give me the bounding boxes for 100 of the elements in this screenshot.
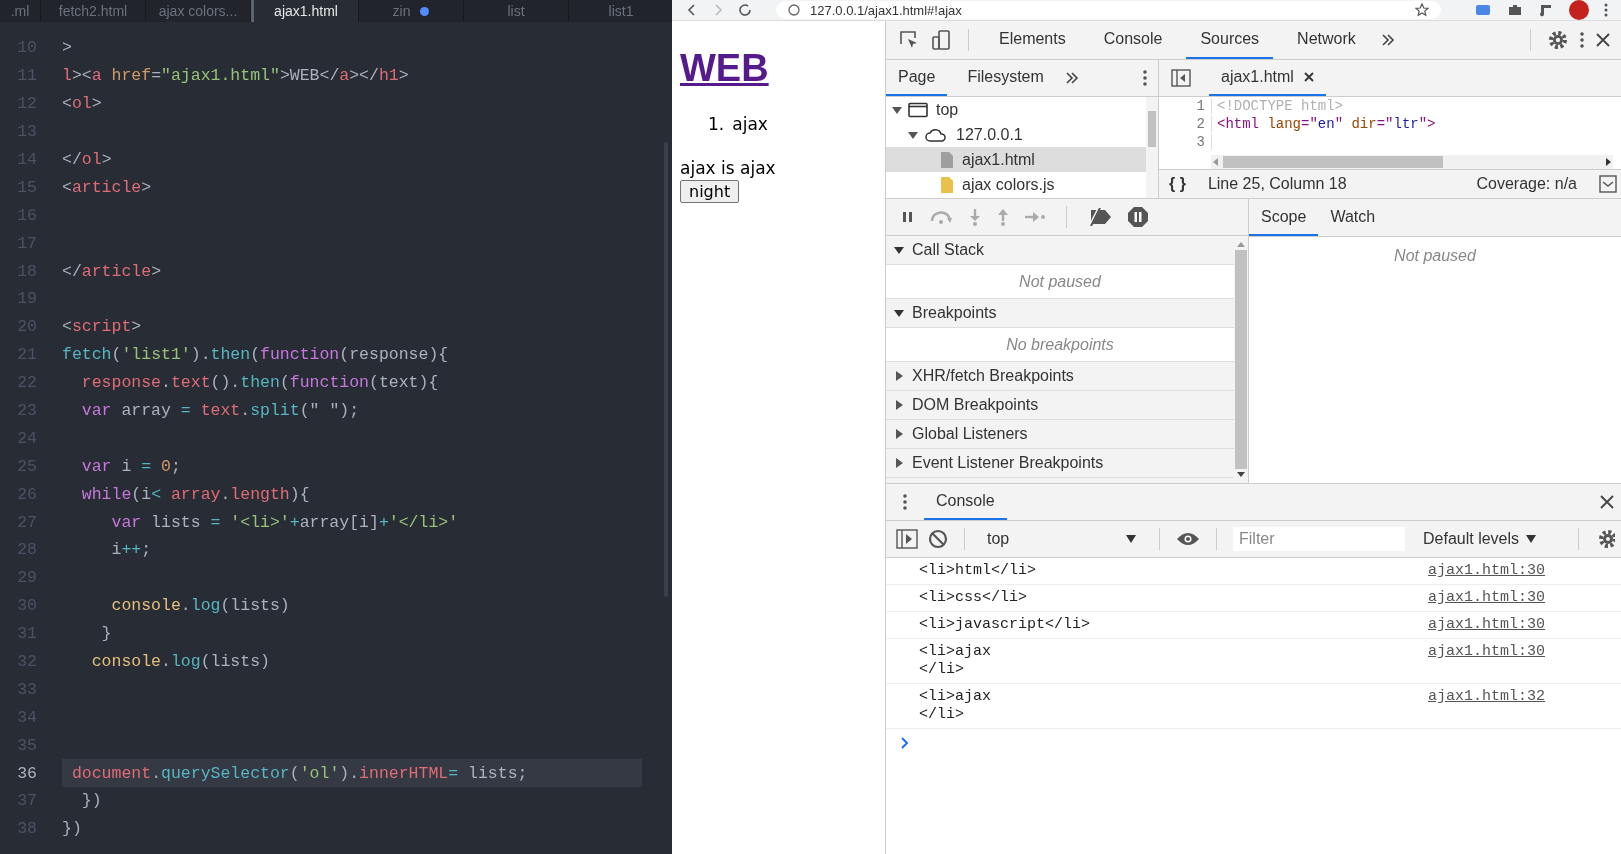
toggle-navigator-icon[interactable] [1171,69,1191,87]
editor-tab[interactable]: ajax1.html [251,0,359,22]
close-icon[interactable] [1599,494,1615,510]
scroll-right-icon[interactable] [1605,157,1613,167]
dropdown-arrow-icon[interactable] [1125,534,1137,544]
code-line: } [100,623,113,646]
navigator-tab[interactable]: Filesystem [955,60,1056,96]
close-icon[interactable] [1595,32,1611,48]
expand-arrow-icon[interactable] [908,129,918,140]
code-line: }) [80,790,103,813]
tree-item[interactable]: ajax colors.js [886,172,1146,197]
kebab-menu-icon[interactable] [1142,69,1148,87]
empty-message: Not paused [1019,272,1101,291]
devtools-tab[interactable]: Console [1089,21,1177,59]
context-select[interactable]: top [981,530,1143,548]
code-line: i++; [110,539,153,562]
line-number: 36 [16,763,37,783]
expand-arrow-icon[interactable] [894,245,904,255]
code-line: </ol> [62,149,113,171]
dropdown-arrow-icon[interactable] [1525,534,1538,544]
prompt-icon[interactable] [900,737,910,749]
console-message: <li>ajax </li> [919,643,991,679]
empty-message: No breakpoints [1006,335,1114,354]
code-line: var array = text.split(" "); [80,400,361,422]
scrollbar[interactable] [1146,97,1158,198]
line-number: 3 [1159,134,1212,150]
expand-arrow-icon[interactable] [894,371,904,381]
info-icon [788,4,800,16]
more-tabs-icon[interactable] [1379,32,1396,48]
expand-arrow-icon[interactable] [892,104,902,115]
sidebar-toggle-icon[interactable] [896,529,918,549]
avatar-icon[interactable] [1569,0,1589,20]
source-link[interactable]: ajax1.html:32 [1427,688,1545,706]
levels-dropdown[interactable]: Default levels [1423,530,1538,548]
console-message: <li>ajax </li> [919,688,991,724]
expand-arrow-icon[interactable] [894,400,904,410]
code-line: }) [62,818,83,841]
cursor-position: Line 25, Column 18 [1207,175,1347,193]
settings-icon[interactable] [1547,29,1569,51]
tree-item[interactable]: top [886,97,1146,122]
console-message: <li>javascript</li> [919,616,1091,634]
format-button[interactable]: { } [1169,175,1186,193]
close-icon[interactable] [1303,72,1314,82]
code-line: response.text().then(function(text){ [80,372,440,395]
console-message: <li>css</li> [919,589,1028,607]
address-bar[interactable]: 127.0.0.1/ajax1.html#!ajax [776,1,1441,19]
source-link[interactable]: ajax1.html:30 [1427,616,1545,634]
kebab-menu-icon[interactable] [1579,31,1585,49]
sidebar-tab[interactable]: Watch [1318,199,1388,236]
line-number: 1 [1159,98,1212,114]
code-line: l><a href="ajax1.html">WEB</a></h1> [62,65,410,88]
source-link[interactable]: ajax1.html:30 [1427,589,1545,607]
cloud-icon [924,126,948,143]
more-tabs-icon[interactable] [1063,70,1080,86]
sidebar-tab[interactable]: Scope [1249,199,1319,236]
back-icon[interactable] [686,4,698,16]
code-line: console.log(lists) [110,595,291,618]
devtools-tab[interactable]: Network [1283,21,1370,59]
navigator-tab[interactable]: Page [886,60,948,96]
pause-on-exceptions-icon[interactable] [1127,206,1149,228]
reload-icon[interactable] [738,3,752,17]
code-line: > [62,37,73,60]
list-marker: 1. [708,114,725,134]
clear-icon[interactable] [928,529,948,549]
expand-arrow-icon[interactable] [894,458,904,468]
frame-icon [908,101,928,118]
heading-link[interactable]: WEB [680,47,769,90]
line-number: 2 [1159,116,1212,132]
code-line: <html lang="en" dir="ltr"> [1217,116,1436,132]
eye-icon[interactable] [1176,531,1200,547]
star-icon[interactable] [1415,3,1429,17]
extension-icon[interactable] [1475,3,1493,17]
source-link[interactable]: ajax1.html:30 [1427,562,1545,580]
expand-arrow-icon[interactable] [894,308,904,318]
file-icon [940,150,954,169]
device-icon[interactable] [930,29,952,51]
code-line: <article> [62,176,153,199]
source-link[interactable]: ajax1.html:30 [1427,643,1545,661]
scrollbar[interactable] [1211,155,1613,169]
code-line: </article> [62,260,163,283]
unsaved-dot-icon [420,6,430,16]
deactivate-breakpoints-icon[interactable] [1087,208,1113,226]
coverage-icon[interactable] [1599,175,1617,193]
console-message: <li>html</li> [919,562,1037,580]
menu-icon[interactable] [1603,2,1609,18]
scroll-down-icon[interactable] [1236,471,1246,479]
code-line: fetch('list1').then(function(response){ [62,344,450,367]
expand-arrow-icon[interactable] [894,429,904,439]
devtools-tab[interactable]: Elements [985,21,1080,59]
code-line: <!DOCTYPE html> [1217,98,1344,114]
tree-item[interactable]: 127.0.0.1 [886,122,1146,147]
file-icon [940,175,954,194]
article-text: ajax is ajax [680,158,777,178]
tree-item[interactable]: ajax1.html [886,147,1146,172]
filter-field[interactable]: Filter [1233,527,1405,551]
scroll-up-icon[interactable] [1236,240,1246,248]
night-button[interactable]: night [680,180,740,203]
kebab-menu-icon[interactable] [902,493,908,511]
code-line: while(i< array.length){ [80,483,311,506]
empty-message: Not paused [1394,247,1476,264]
